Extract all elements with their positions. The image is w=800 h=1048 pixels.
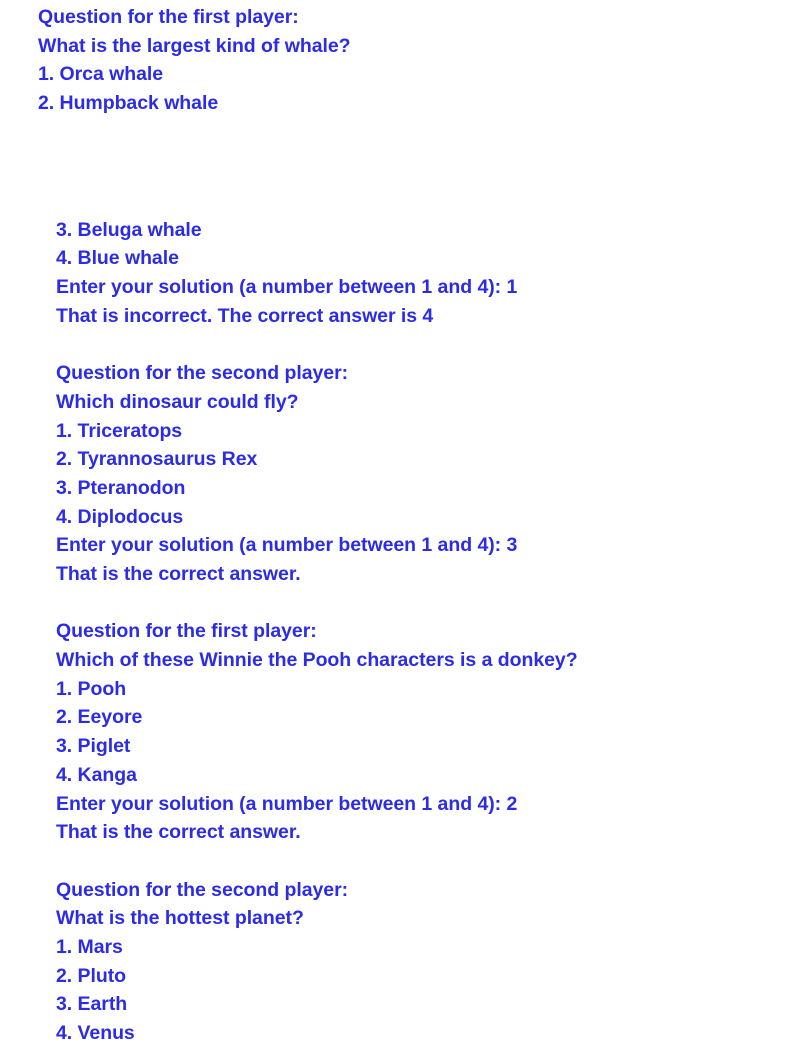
answer-option-3: 3. Beluga whale <box>56 218 202 241</box>
solution-input-line: Enter your solution (a number between 1 … <box>56 276 518 299</box>
answer-option-2: 2. Eeyore <box>56 706 143 729</box>
answer-option-1: 1. Triceratops <box>56 419 183 442</box>
solution-input-line: Enter your solution (a number between 1 … <box>56 792 518 815</box>
question-line: Which of these Winnie the Pooh character… <box>56 649 578 672</box>
block-separator <box>0 331 800 360</box>
answer-option-4: 4. Diplodocus <box>56 505 184 528</box>
console-output: Question for the first player: What is t… <box>0 0 800 1044</box>
answer-option-4: 4. Kanga <box>56 763 137 786</box>
question-line: What is the hottest planet? <box>56 907 304 930</box>
answer-option-4: 4. Venus <box>56 1022 135 1044</box>
solution-input-line: Enter your solution (a number between 1 … <box>56 534 518 557</box>
quiz-block-pooh: Question for the first player: Which of … <box>0 617 800 847</box>
answer-option-4: 4. Blue whale <box>56 247 179 270</box>
block-separator <box>0 589 800 618</box>
quiz-block-planet: Question for the second player: What is … <box>0 876 800 1048</box>
player-prompt-line: Question for the second player: <box>56 878 349 901</box>
answer-option-1: 1. Pooh <box>56 677 127 700</box>
quiz-block-dinosaur: Question for the second player: Which di… <box>0 359 800 589</box>
result-line: That is the correct answer. <box>56 563 301 585</box>
page-break-gap <box>0 118 800 216</box>
player-prompt-line: Question for the first player: <box>38 6 299 28</box>
question-line: Which dinosaur could fly? <box>56 390 299 413</box>
answer-option-2: 2. Pluto <box>56 964 127 987</box>
answer-option-3: 3. Pteranodon <box>56 476 186 499</box>
block-separator <box>0 847 800 876</box>
quiz-block-whale-continued: 3. Beluga whale 4. Blue whale Enter your… <box>0 216 800 331</box>
player-prompt-line: Question for the second player: <box>56 362 349 385</box>
answer-option-1: 1. Orca whale <box>38 63 164 86</box>
result-line: That is the correct answer. <box>56 821 301 844</box>
answer-option-3: 3. Earth <box>56 993 128 1016</box>
answer-option-1: 1. Mars <box>56 935 123 958</box>
answer-option-2: 2. Tyrannosaurus Rex <box>56 448 258 471</box>
answer-option-3: 3. Piglet <box>56 735 131 758</box>
player-prompt-line: Question for the first player: <box>56 620 317 643</box>
result-line: That is incorrect. The correct answer is… <box>56 304 434 327</box>
answer-option-2: 2. Humpback whale <box>38 92 219 115</box>
question-line: What is the largest kind of whale? <box>38 34 351 57</box>
quiz-block-whale-top: Question for the first player: What is t… <box>0 3 800 118</box>
